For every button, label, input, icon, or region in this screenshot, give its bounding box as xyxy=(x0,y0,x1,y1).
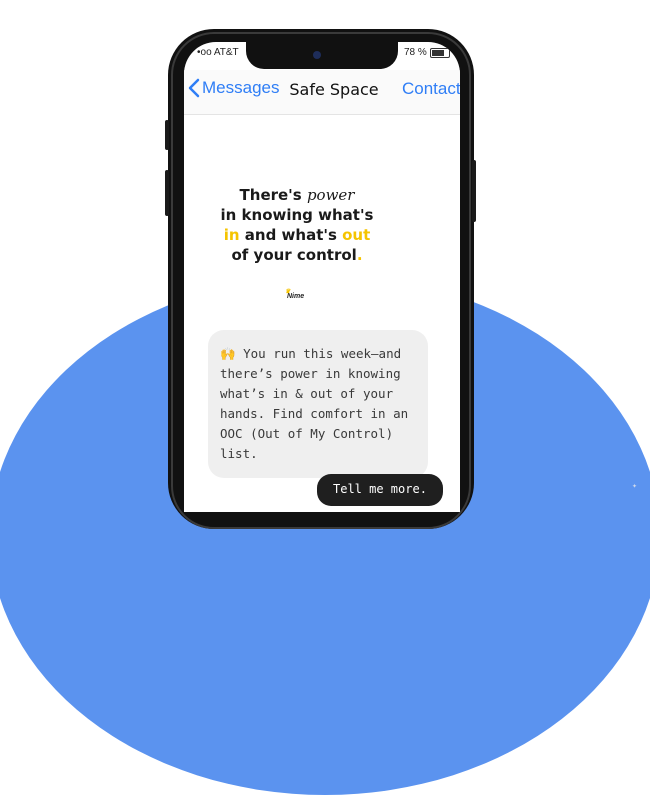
sparkle-icon: ✦ xyxy=(632,484,638,490)
quote-image: There's power in knowing what's in and w… xyxy=(184,185,410,265)
battery-icon xyxy=(430,48,450,58)
front-camera xyxy=(313,51,321,59)
messages-navbar: Messages Safe Space Contact xyxy=(184,70,460,115)
quote-line-2: in knowing what's xyxy=(220,206,374,224)
carrier-label: •oo AT&T xyxy=(197,47,239,58)
quote-line-1: There's power xyxy=(239,186,355,204)
quote-line-3: in and what's out xyxy=(223,226,371,244)
received-message-bubble: 🙌 You run this week—and there’s power in… xyxy=(208,330,428,478)
sent-message-bubble: Tell me more. xyxy=(317,474,443,506)
phone-side-button xyxy=(165,120,169,150)
contact-button[interactable]: Contact xyxy=(402,79,460,99)
phone-screen: •oo AT&T 78 % Messages Safe Space Contac… xyxy=(184,42,460,512)
quote-line-4: of your control. xyxy=(231,246,363,264)
crown-icon: ♛ xyxy=(285,289,291,295)
phone-notch xyxy=(246,42,398,69)
phone-side-button xyxy=(165,170,169,216)
brand-logo: ♛ Nime xyxy=(285,289,305,300)
phone-side-button xyxy=(472,160,476,222)
battery-percent: 78 % xyxy=(404,47,427,58)
